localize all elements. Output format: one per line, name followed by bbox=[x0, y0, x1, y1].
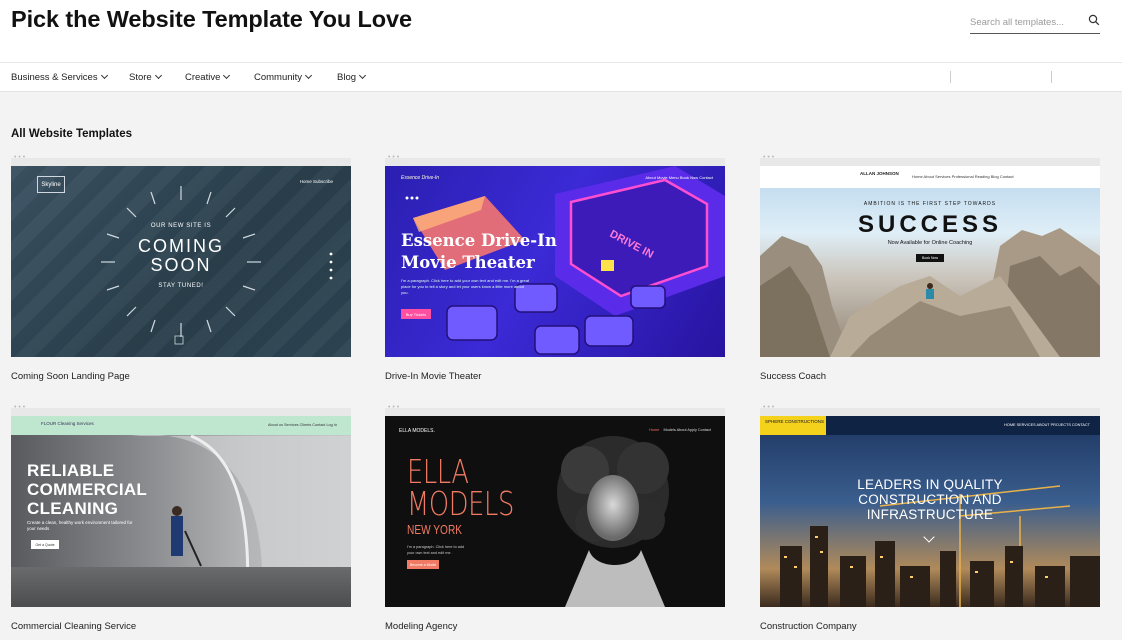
preview-headline-line: Essence Drive-In bbox=[401, 231, 557, 250]
nav-item-blog[interactable]: Blog bbox=[337, 71, 367, 83]
preview-headline: LEADERS IN QUALITY CONSTRUCTION AND INFR… bbox=[760, 477, 1100, 522]
preview-headline: RELIABLE COMMERCIAL CLEANING bbox=[27, 461, 147, 518]
preview-subtitle: NEW YORK bbox=[407, 522, 463, 537]
preview-headline: ELLA MODELS bbox=[407, 455, 514, 523]
chevron-down-icon bbox=[358, 71, 367, 80]
preview-headline: Essence Drive-In Movie Theater bbox=[401, 230, 557, 274]
preview-paragraph: Create a clean, healthy work environment… bbox=[27, 520, 133, 531]
preview-badge: SPHERE CONSTRUCTIONS bbox=[760, 416, 826, 435]
browser-strip bbox=[11, 404, 351, 416]
template-preview[interactable]: SPHERE CONSTRUCTIONS HOME SERVICES ABOUT… bbox=[760, 416, 1100, 607]
card-caption[interactable]: Construction Company bbox=[760, 621, 1100, 632]
template-preview[interactable]: FLOUR Cleaning Services About us Service… bbox=[11, 416, 351, 607]
chevron-down-icon bbox=[100, 71, 108, 80]
nav-label: Store bbox=[129, 72, 152, 83]
category-nav: Business & Services Store Creative Commu… bbox=[0, 62, 1122, 92]
template-preview[interactable]: ALLAN JOHNSON Home About Services Profes… bbox=[760, 166, 1100, 357]
preview-menu: About us Services Clients Contact Log In bbox=[267, 423, 337, 427]
preview-paragraph: I'm a paragraph. Click here to add your … bbox=[401, 278, 530, 295]
preview-headline-line: CONSTRUCTION AND bbox=[858, 492, 1002, 507]
preview-headline-line: LEADERS IN QUALITY bbox=[857, 477, 1003, 492]
nav-divider bbox=[1051, 71, 1052, 83]
nav-label: Creative bbox=[185, 72, 221, 83]
preview-headline: SUCCESS bbox=[857, 211, 1003, 238]
preview-headline-line: INFRASTRUCTURE bbox=[866, 507, 994, 522]
template-card[interactable]: SPHERE CONSTRUCTIONS HOME SERVICES ABOUT… bbox=[760, 404, 1100, 632]
preview-paragraph: I'm a paragraph. Click here to add your … bbox=[407, 545, 465, 555]
browser-strip bbox=[760, 404, 1100, 416]
browser-strip bbox=[11, 154, 351, 166]
preview-headline-line: MODELS bbox=[407, 484, 514, 523]
search-icon[interactable] bbox=[1088, 14, 1100, 26]
page-title: Pick the Website Template You Love bbox=[11, 6, 412, 32]
preview-menu-rest: Models About Apply Contact bbox=[663, 428, 712, 432]
card-caption[interactable]: Drive-In Movie Theater bbox=[385, 371, 725, 382]
browser-strip bbox=[385, 404, 725, 416]
template-card[interactable]: DRIVE IN Essence Drive-In About Movie Me… bbox=[385, 154, 725, 382]
browser-strip bbox=[385, 154, 725, 166]
card-caption[interactable]: Success Coach bbox=[760, 371, 1100, 382]
nav-label: Community bbox=[254, 72, 303, 83]
preview-menu: About Movie Menu Book Now Contact bbox=[645, 175, 713, 180]
preview-menu-active: Home bbox=[649, 428, 660, 432]
preview-text: STAY TUNED! bbox=[158, 283, 204, 289]
preview-button: Get a Quote bbox=[31, 540, 59, 549]
preview-button: Buy Tickets bbox=[401, 309, 431, 319]
card-caption[interactable]: Coming Soon Landing Page bbox=[11, 371, 351, 382]
preview-floor bbox=[11, 567, 351, 607]
template-preview[interactable]: Skyline Home Subscribe OUR NEW SITE IS C… bbox=[11, 166, 351, 357]
template-card[interactable]: ELLA MODELS. Home Models About Apply Con… bbox=[385, 404, 725, 632]
preview-name: ALLAN JOHNSON bbox=[860, 171, 899, 176]
preview-menu: Home Subscribe bbox=[299, 179, 333, 184]
section-title: All Website Templates bbox=[11, 128, 132, 140]
nav-label: Business & Services bbox=[11, 72, 98, 83]
preview-subtitle: Now Available for Online Coaching bbox=[887, 240, 973, 246]
browser-strip bbox=[760, 154, 1100, 166]
card-caption[interactable]: Commercial Cleaning Service bbox=[11, 621, 351, 632]
header: Pick the Website Template You Love bbox=[0, 0, 1122, 62]
preview-logo: Essence Drive-In bbox=[401, 175, 440, 181]
preview-headline-line: RELIABLE bbox=[27, 461, 115, 480]
nav-item-business[interactable]: Business & Services bbox=[11, 71, 108, 83]
preview-headline: COMING bbox=[138, 236, 224, 256]
nav-divider bbox=[950, 71, 951, 83]
chevron-down-icon bbox=[223, 71, 231, 80]
preview-headline-line: COMMERCIAL bbox=[27, 480, 148, 499]
search-box[interactable] bbox=[970, 11, 1100, 34]
preview-headline-line: CLEANING bbox=[27, 499, 119, 518]
template-card[interactable]: FLOUR Cleaning Services About us Service… bbox=[11, 404, 351, 632]
preview-brand: FLOUR Cleaning Services bbox=[41, 421, 94, 426]
search-input[interactable] bbox=[970, 13, 1080, 31]
preview-headline-line: Movie Theater bbox=[401, 253, 535, 272]
preview-button: Become a Model bbox=[407, 560, 439, 569]
nav-item-store[interactable]: Store bbox=[129, 71, 162, 83]
chevron-down-icon bbox=[154, 71, 162, 80]
preview-text: OUR NEW SITE IS bbox=[150, 223, 212, 229]
preview-brand: ELLA MODELS. bbox=[399, 428, 435, 434]
chevron-down-icon bbox=[305, 71, 313, 80]
template-card[interactable]: ALLAN JOHNSON Home About Services Profes… bbox=[760, 154, 1100, 382]
nav-item-community[interactable]: Community bbox=[254, 71, 313, 83]
preview-menu: Home Models About Apply Contact bbox=[649, 428, 711, 432]
preview-logo: Skyline bbox=[37, 176, 65, 193]
preview-button: Book Now bbox=[916, 254, 944, 262]
nav-label: Blog bbox=[337, 72, 357, 83]
preview-headline: SOON bbox=[150, 255, 212, 275]
template-card[interactable]: Skyline Home Subscribe OUR NEW SITE IS C… bbox=[11, 154, 351, 382]
preview-menu: HOME SERVICES ABOUT PROJECTS CONTACT bbox=[1004, 423, 1090, 427]
preview-text: AMBITION IS THE FIRST STEP TOWARDS bbox=[863, 201, 997, 207]
model-portrait bbox=[557, 436, 669, 607]
nav-item-creative[interactable]: Creative bbox=[185, 71, 231, 83]
template-preview[interactable]: ELLA MODELS. Home Models About Apply Con… bbox=[385, 416, 725, 607]
card-caption[interactable]: Modeling Agency bbox=[385, 621, 725, 632]
preview-menu: Home About Services Professional Reading… bbox=[912, 174, 1014, 179]
template-preview[interactable]: DRIVE IN Essence Drive-In About Movie Me… bbox=[385, 166, 725, 357]
